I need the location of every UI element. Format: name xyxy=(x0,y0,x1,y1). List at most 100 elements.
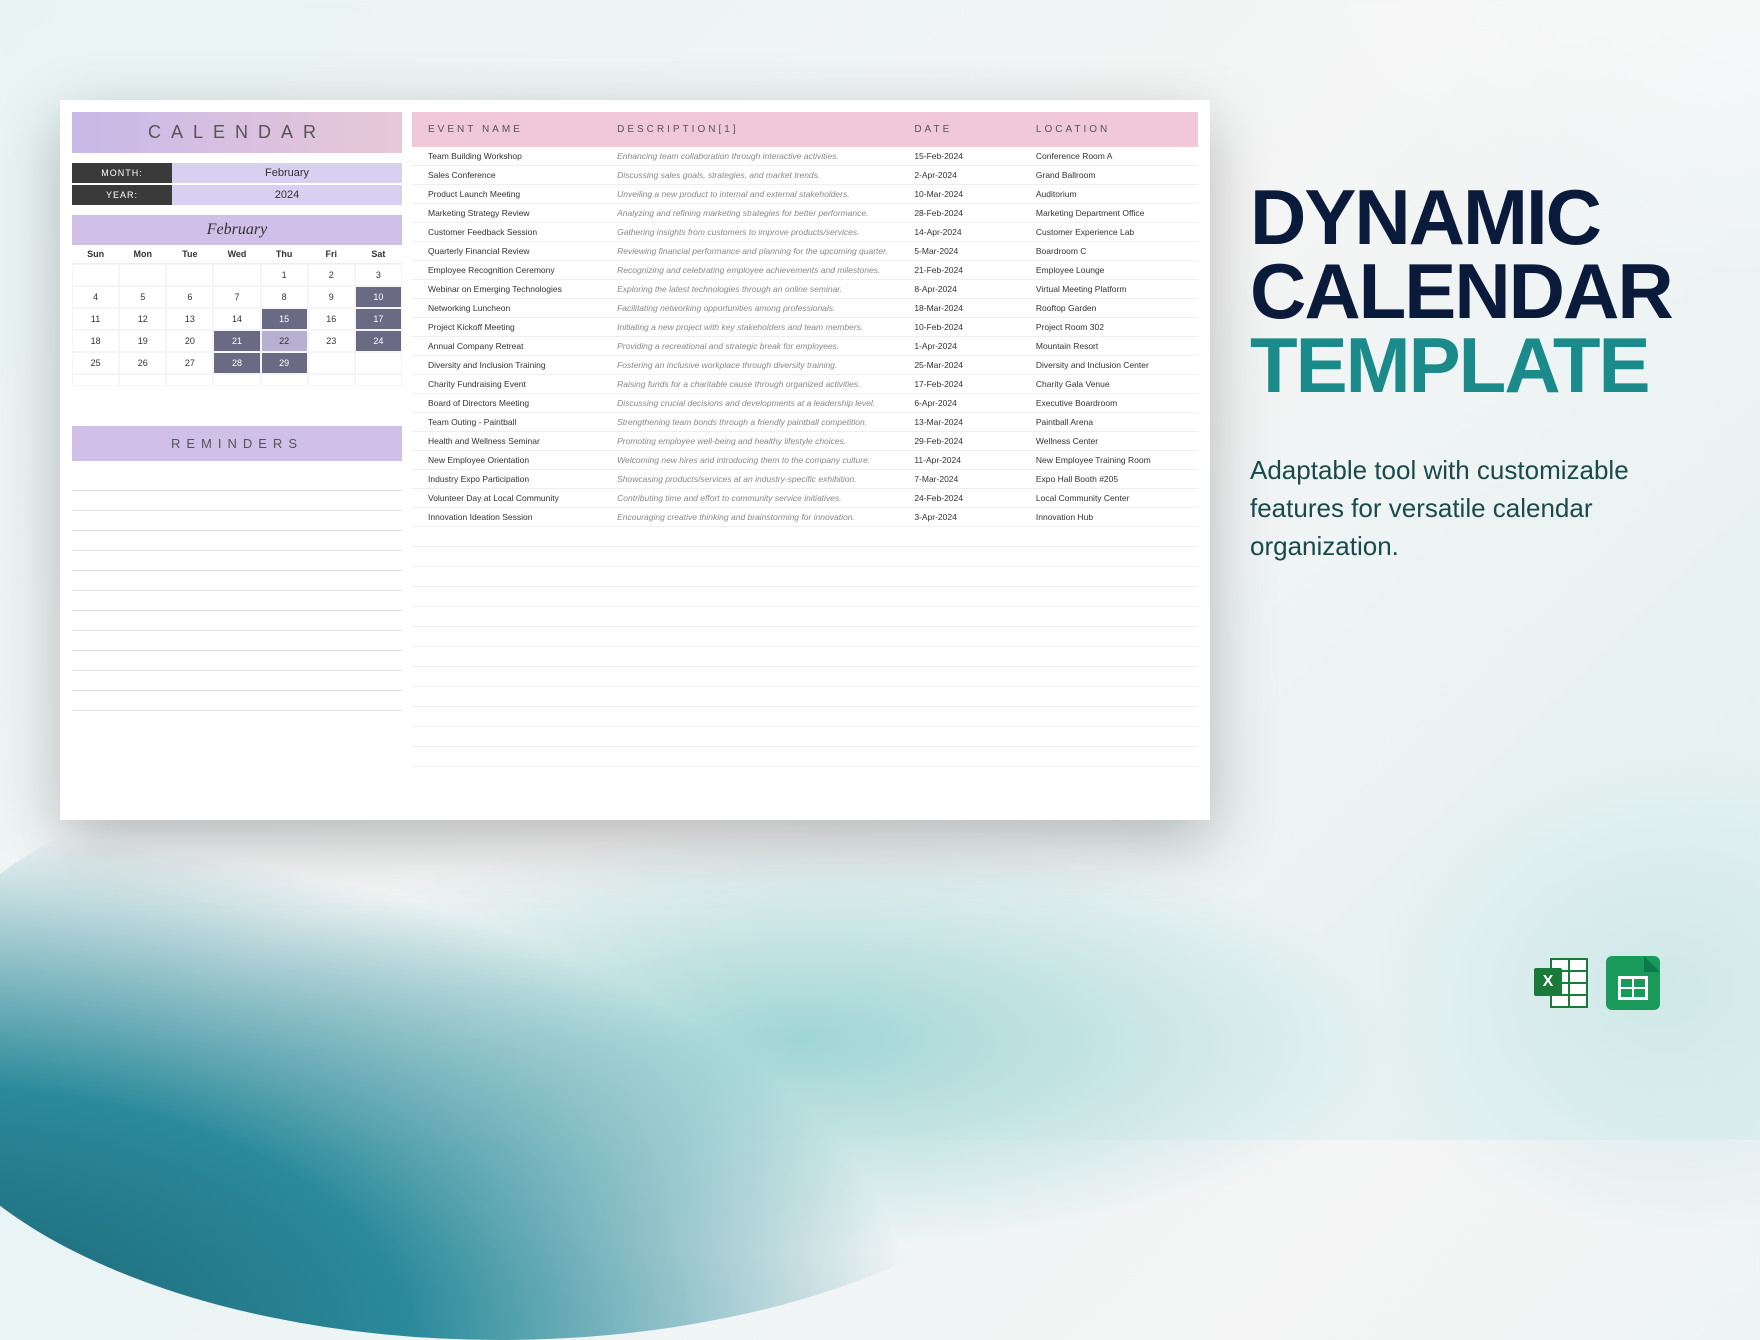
reminder-row[interactable] xyxy=(72,691,402,711)
calendar-cell[interactable]: 21 xyxy=(213,330,260,352)
event-row[interactable]: Charity Fundraising EventRaising funds f… xyxy=(412,375,1198,394)
event-name: Product Launch Meeting xyxy=(420,189,609,199)
event-row[interactable]: Product Launch MeetingUnveiling a new pr… xyxy=(412,185,1198,204)
event-row[interactable]: Innovation Ideation SessionEncouraging c… xyxy=(412,508,1198,527)
event-row[interactable]: Quarterly Financial ReviewReviewing fina… xyxy=(412,242,1198,261)
event-row[interactable]: Team Outing - PaintballStrengthening tea… xyxy=(412,413,1198,432)
event-desc: Strengthening team bonds through a frien… xyxy=(609,417,906,427)
events-header: EVENT NAME DESCRIPTION[1] DATE LOCATION xyxy=(412,112,1198,147)
calendar-cell[interactable] xyxy=(119,374,166,386)
event-location: Virtual Meeting Platform xyxy=(1028,284,1190,294)
calendar-cell[interactable]: 3 xyxy=(355,264,402,286)
event-name: Charity Fundraising Event xyxy=(420,379,609,389)
calendar-cell[interactable] xyxy=(213,374,260,386)
calendar-cell[interactable]: 20 xyxy=(166,330,213,352)
event-row-empty[interactable] xyxy=(412,707,1198,727)
event-row[interactable]: Webinar on Emerging TechnologiesExplorin… xyxy=(412,280,1198,299)
calendar-day-header: Tue xyxy=(166,245,213,264)
calendar-cell[interactable] xyxy=(72,374,119,386)
calendar-cell[interactable]: 4 xyxy=(72,286,119,308)
event-row-empty[interactable] xyxy=(412,667,1198,687)
event-location: Expo Hall Booth #205 xyxy=(1028,474,1190,484)
event-row[interactable]: Sales ConferenceDiscussing sales goals, … xyxy=(412,166,1198,185)
calendar-cell[interactable]: 15 xyxy=(261,308,308,330)
event-row-empty[interactable] xyxy=(412,627,1198,647)
calendar-cell[interactable]: 6 xyxy=(166,286,213,308)
calendar-cell[interactable]: 12 xyxy=(119,308,166,330)
event-row-empty[interactable] xyxy=(412,587,1198,607)
calendar-cell[interactable]: 5 xyxy=(119,286,166,308)
event-desc: Enhancing team collaboration through int… xyxy=(609,151,906,161)
event-row-empty[interactable] xyxy=(412,567,1198,587)
event-row[interactable]: Volunteer Day at Local CommunityContribu… xyxy=(412,489,1198,508)
event-row[interactable]: Project Kickoff MeetingInitiating a new … xyxy=(412,318,1198,337)
calendar-cell[interactable]: 10 xyxy=(355,286,402,308)
excel-badge: X xyxy=(1534,968,1562,996)
reminder-row[interactable] xyxy=(72,471,402,491)
calendar-cell[interactable]: 8 xyxy=(261,286,308,308)
event-row[interactable]: Marketing Strategy ReviewAnalyzing and r… xyxy=(412,204,1198,223)
calendar-cell[interactable]: 2 xyxy=(308,264,355,286)
year-value[interactable]: 2024 xyxy=(172,185,402,205)
event-location: Auditorium xyxy=(1028,189,1190,199)
event-row[interactable]: Customer Feedback SessionGathering insig… xyxy=(412,223,1198,242)
calendar-cell[interactable]: 16 xyxy=(308,308,355,330)
reminder-row[interactable] xyxy=(72,511,402,531)
event-row-empty[interactable] xyxy=(412,687,1198,707)
reminder-row[interactable] xyxy=(72,611,402,631)
calendar-cell[interactable]: 13 xyxy=(166,308,213,330)
event-row-empty[interactable] xyxy=(412,547,1198,567)
event-row[interactable]: Annual Company RetreatProviding a recrea… xyxy=(412,337,1198,356)
calendar-cell[interactable]: 17 xyxy=(355,308,402,330)
calendar-cell[interactable]: 23 xyxy=(308,330,355,352)
calendar-cell[interactable]: 24 xyxy=(355,330,402,352)
reminder-row[interactable] xyxy=(72,591,402,611)
event-row[interactable]: Networking LuncheonFacilitating networki… xyxy=(412,299,1198,318)
calendar-cell[interactable] xyxy=(355,352,402,374)
calendar-cell[interactable]: 19 xyxy=(119,330,166,352)
calendar-cell[interactable] xyxy=(166,374,213,386)
event-row[interactable]: Industry Expo ParticipationShowcasing pr… xyxy=(412,470,1198,489)
event-desc: Encouraging creative thinking and brains… xyxy=(609,512,906,522)
calendar-cell[interactable]: 14 xyxy=(213,308,260,330)
calendar-cell[interactable]: 1 xyxy=(261,264,308,286)
calendar-cell[interactable]: 29 xyxy=(261,352,308,374)
event-row[interactable]: New Employee OrientationWelcoming new hi… xyxy=(412,451,1198,470)
event-row[interactable]: Employee Recognition CeremonyRecognizing… xyxy=(412,261,1198,280)
calendar-cell[interactable] xyxy=(261,374,308,386)
event-row-empty[interactable] xyxy=(412,747,1198,767)
reminder-row[interactable] xyxy=(72,491,402,511)
calendar-cell[interactable] xyxy=(308,374,355,386)
calendar-cell[interactable] xyxy=(166,264,213,286)
calendar-cell[interactable] xyxy=(308,352,355,374)
calendar-cell[interactable]: 28 xyxy=(213,352,260,374)
reminder-row[interactable] xyxy=(72,551,402,571)
calendar-cell[interactable]: 11 xyxy=(72,308,119,330)
event-row-empty[interactable] xyxy=(412,527,1198,547)
reminder-row[interactable] xyxy=(72,631,402,651)
calendar-cell[interactable]: 22 xyxy=(261,330,308,352)
month-value[interactable]: February xyxy=(172,163,402,183)
calendar-cell[interactable] xyxy=(355,374,402,386)
calendar-cell[interactable]: 25 xyxy=(72,352,119,374)
calendar-cell[interactable] xyxy=(119,264,166,286)
event-row[interactable]: Team Building WorkshopEnhancing team col… xyxy=(412,147,1198,166)
reminder-row[interactable] xyxy=(72,651,402,671)
right-panel: EVENT NAME DESCRIPTION[1] DATE LOCATION … xyxy=(412,112,1198,808)
reminder-row[interactable] xyxy=(72,671,402,691)
calendar-cell[interactable]: 27 xyxy=(166,352,213,374)
event-row-empty[interactable] xyxy=(412,607,1198,627)
event-row[interactable]: Health and Wellness SeminarPromoting emp… xyxy=(412,432,1198,451)
calendar-cell[interactable] xyxy=(72,264,119,286)
calendar-cell[interactable]: 26 xyxy=(119,352,166,374)
reminder-row[interactable] xyxy=(72,571,402,591)
reminder-row[interactable] xyxy=(72,531,402,551)
event-row[interactable]: Diversity and Inclusion TrainingFosterin… xyxy=(412,356,1198,375)
calendar-cell[interactable]: 7 xyxy=(213,286,260,308)
calendar-cell[interactable]: 9 xyxy=(308,286,355,308)
calendar-cell[interactable]: 18 xyxy=(72,330,119,352)
event-row[interactable]: Board of Directors MeetingDiscussing cru… xyxy=(412,394,1198,413)
event-row-empty[interactable] xyxy=(412,647,1198,667)
calendar-cell[interactable] xyxy=(213,264,260,286)
event-row-empty[interactable] xyxy=(412,727,1198,747)
